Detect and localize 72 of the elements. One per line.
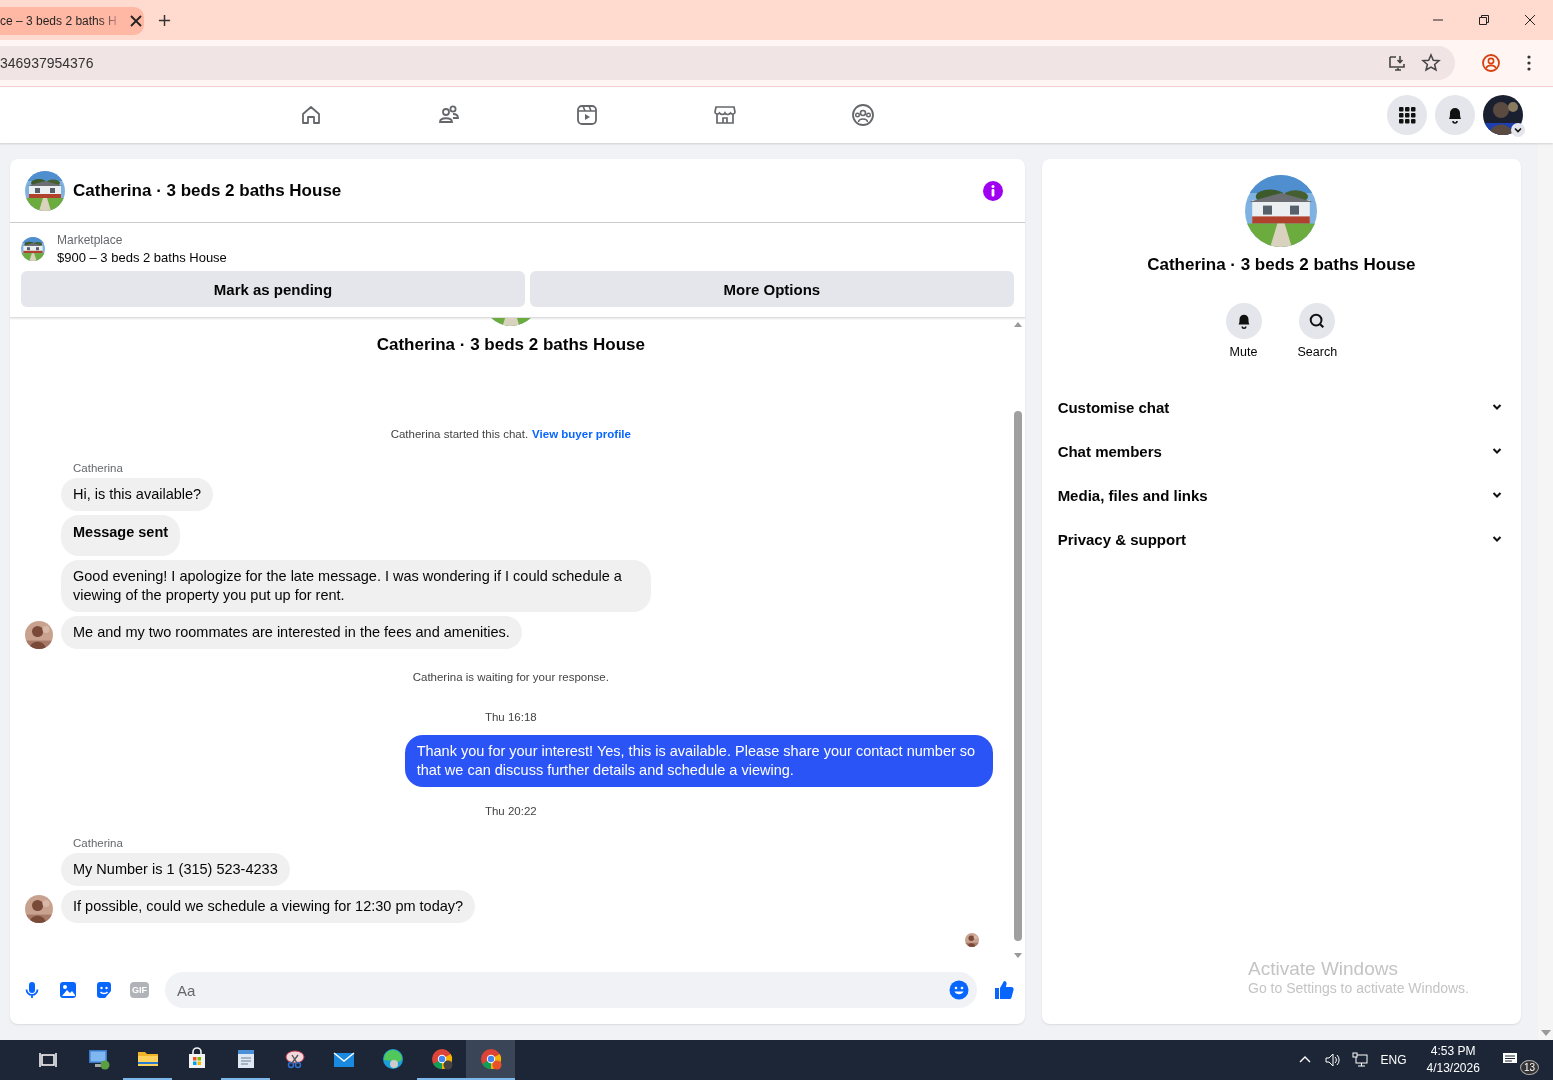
profile-icon[interactable]: [1481, 53, 1501, 73]
activation-text: Go to Settings to activate Windows.: [1248, 980, 1469, 996]
scrollbar-thumb[interactable]: [1013, 411, 1022, 941]
close-icon[interactable]: [1524, 14, 1536, 26]
clock[interactable]: 4:53 PM 4/13/2026: [1426, 1043, 1480, 1077]
system-message: Catherina is waiting for your response.: [412, 671, 609, 683]
message-bubble: Hi, is this available?: [61, 478, 214, 511]
scissors-icon: [282, 1047, 307, 1071]
sender-name: Catherina: [73, 462, 123, 474]
scroll-down-icon[interactable]: [1013, 953, 1022, 958]
browser-icon: [429, 1047, 454, 1071]
action-label: Search: [1297, 345, 1338, 359]
browser-tab[interactable]: ce – 3 beds 2 baths H: [0, 6, 144, 35]
more-options-button[interactable]: More Options: [530, 271, 1014, 307]
conversation-title: Catherina · 3 beds 2 baths House: [1147, 255, 1416, 275]
network-icon[interactable]: [1352, 1052, 1369, 1068]
section-header[interactable]: Customise chat: [1057, 385, 1505, 429]
video-icon[interactable]: [575, 103, 599, 127]
message-field[interactable]: Aa: [165, 972, 977, 1008]
thumbs-up-icon[interactable]: [992, 979, 1015, 1001]
image-icon[interactable]: [58, 980, 78, 1000]
close-icon[interactable]: [128, 13, 143, 28]
action-label: Mute: [1229, 345, 1258, 359]
notifications-button[interactable]: [1435, 95, 1475, 135]
section-header[interactable]: Chat members: [1057, 429, 1505, 473]
computer-icon: [86, 1047, 111, 1071]
system-message: Catherina started this chat.: [390, 428, 529, 440]
task-view-icon[interactable]: [38, 1050, 58, 1070]
message-bubble: My Number is 1 (315) 523-4233: [61, 853, 290, 886]
listing-label: Marketplace: [57, 233, 124, 247]
emoji-icon[interactable]: [948, 980, 969, 1000]
timestamp: Thu 20:22: [484, 805, 537, 817]
restore-icon[interactable]: [1478, 14, 1490, 26]
browser-icon: [380, 1047, 405, 1071]
scroll-up-icon[interactable]: [1013, 322, 1022, 327]
chat-title: Catherina · 3 beds 2 baths House: [73, 180, 342, 201]
section-header[interactable]: Privacy & support: [1057, 517, 1505, 561]
notification-count: 13: [1519, 1059, 1539, 1075]
message-bubble: Me and my two roommates are interested in the fees and amenities.: [61, 616, 522, 649]
sticker-icon[interactable]: [94, 980, 114, 1000]
activation-title: Activate Windows: [1248, 958, 1399, 980]
store-icon[interactable]: [713, 103, 737, 127]
search-button[interactable]: [1299, 303, 1336, 339]
sender-name: Catherina: [73, 837, 123, 849]
speaker-icon[interactable]: [1324, 1052, 1341, 1068]
message-bubble: Thank you for your interest! Yes, this is available. Please share your contact number so that we can discuss further details and schedule a viewing.: [404, 735, 993, 787]
install-icon[interactable]: [1387, 53, 1407, 73]
language-indicator[interactable]: ENG: [1380, 1053, 1407, 1067]
mute-button[interactable]: [1225, 303, 1262, 339]
groups-icon[interactable]: [851, 103, 875, 127]
info-icon[interactable]: [982, 180, 1003, 201]
message-bubble: If possible, could we schedule a viewing for 12:30 pm today?: [61, 890, 476, 923]
address-bar[interactable]: 346937954376: [0, 46, 1455, 80]
plus-icon[interactable]: [158, 13, 171, 27]
message-bubble: Message sent: [61, 515, 181, 556]
menu-button[interactable]: [1387, 95, 1427, 135]
browser-icon: [478, 1047, 503, 1071]
tab-title: ce – 3 beds 2 baths H: [0, 13, 117, 28]
url-text: 346937954376: [0, 55, 94, 71]
home-icon[interactable]: [299, 103, 323, 127]
listing-title: $900 – 3 beds 2 baths House: [57, 250, 227, 265]
message-bubble: Good evening! I apologize for the late message. I was wondering if I could schedule a viewing of the property you put up for rent.: [61, 560, 651, 612]
search-icon: [1308, 312, 1327, 330]
timestamp: Thu 16:18: [484, 711, 537, 723]
star-icon[interactable]: [1421, 53, 1441, 73]
mark-pending-button[interactable]: Mark as pending: [21, 271, 525, 307]
thread-title: Catherina · 3 beds 2 baths House: [376, 335, 645, 355]
grid-icon: [1397, 105, 1417, 125]
account-button[interactable]: [1483, 95, 1523, 135]
caret-icon: [1511, 123, 1525, 137]
section-header[interactable]: Media, files and links: [1057, 473, 1505, 517]
buyer-profile-link[interactable]: View buyer profile: [532, 428, 631, 440]
